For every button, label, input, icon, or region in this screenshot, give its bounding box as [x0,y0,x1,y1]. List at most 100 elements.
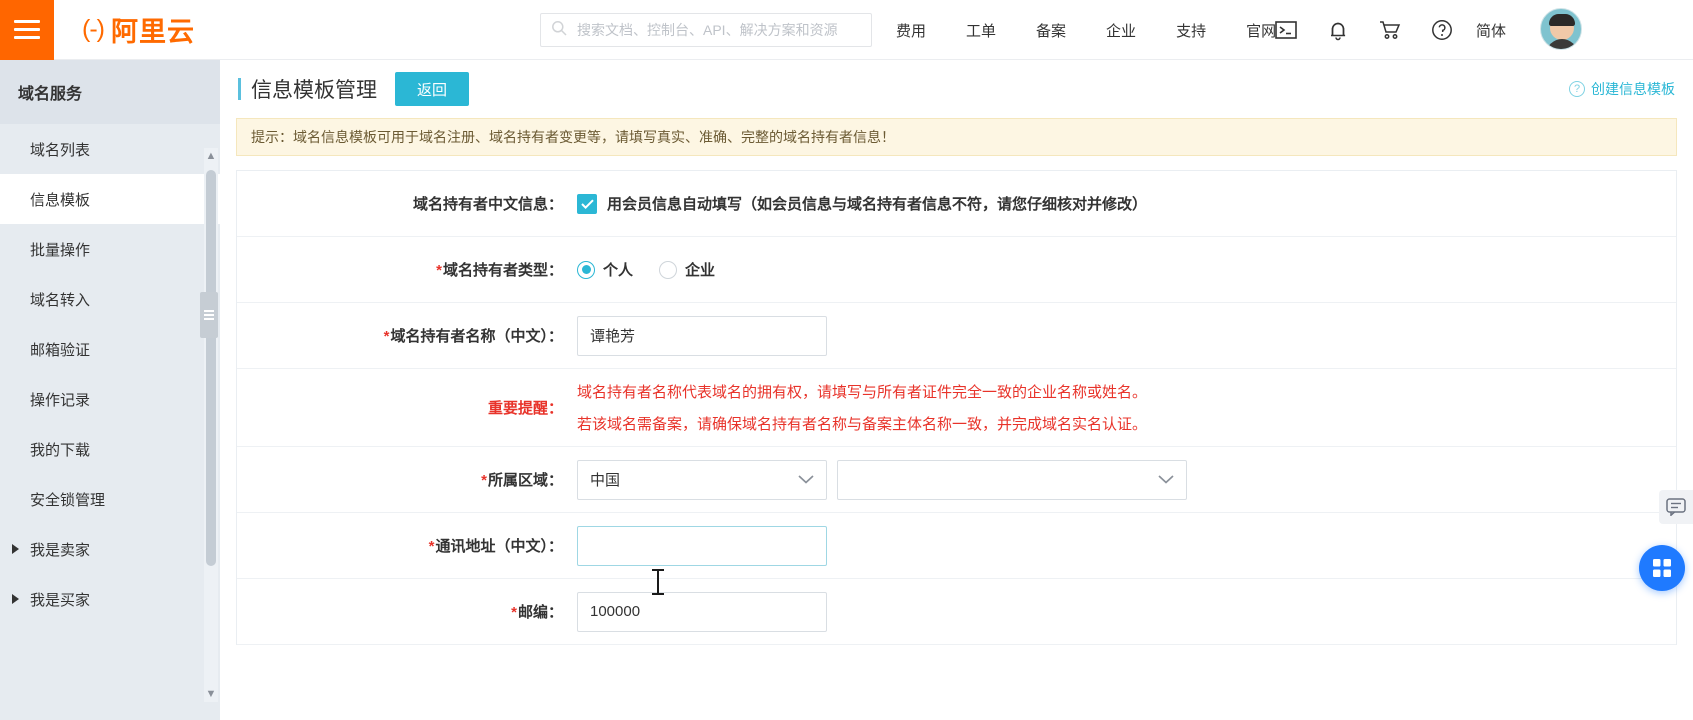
sidebar-item-email-verification[interactable]: 邮箱验证 [0,324,220,374]
back-button[interactable]: 返回 [395,72,469,106]
scroll-up-icon[interactable]: ▲ [204,148,218,164]
radio-individual-label[interactable]: 个人 [603,259,633,280]
holder-name-input[interactable] [577,316,827,356]
sidebar-item-i-am-buyer[interactable]: 我是买家 [0,574,220,624]
field-holder-info: 用会员信息自动填写（如会员信息与域名持有者信息不符，请您仔细核对并修改） [577,193,1666,214]
cart-icon[interactable] [1372,12,1408,48]
aliyun-logo-text: 阿里云 [111,10,195,49]
search-input[interactable] [575,21,861,39]
create-info-template-label: 创建信息模板 [1591,79,1675,99]
help-icon[interactable] [1424,12,1460,48]
label-holder-type: *域名持有者类型： [247,259,577,280]
language-selector[interactable]: 简体 [1476,0,1506,60]
sidebar-item-label: 批量操作 [30,239,90,260]
auto-fill-checkbox-label: 用会员信息自动填写（如会员信息与域名持有者信息不符，请您仔细核对并修改） [607,193,1147,214]
page-title-accent [238,78,241,100]
label-region-text: 所属区域： [488,472,563,489]
field-postcode [577,592,1666,632]
label-holder-type-text: 域名持有者类型： [443,262,563,279]
field-important-notice: 域名持有者名称代表域名的拥有权，请填写与所有者证件完全一致的企业名称或姓名。 若… [577,381,1666,434]
sidebar-title: 域名服务 [0,60,220,124]
nav-link-fees[interactable]: 费用 [896,20,926,41]
avatar-body [1546,39,1578,50]
important-notice-lines: 域名持有者名称代表域名的拥有权，请填写与所有者证件完全一致的企业名称或姓名。 若… [577,381,1147,434]
bell-icon[interactable] [1320,12,1356,48]
handle-bar [204,314,214,316]
nav-link-icp[interactable]: 备案 [1036,20,1066,41]
notice-banner: 提示：域名信息模板可用于域名注册、域名持有者变更等，请填写真实、准确、完整的域名… [236,118,1677,156]
form-row-holder-type: *域名持有者类型： 个人 企业 [237,237,1676,303]
required-marker: * [384,328,390,345]
notice-text: 提示：域名信息模板可用于域名注册、域名持有者变更等，请填写真实、准确、完整的域名… [251,127,895,147]
question-circle-icon: ? [1569,81,1585,97]
field-region: 中国 [577,460,1666,500]
global-search[interactable] [540,13,872,47]
form-row-region: *所属区域： 中国 [237,447,1676,513]
info-template-form: 域名持有者中文信息： 用会员信息自动填写（如会员信息与域名持有者信息不符，请您仔… [236,170,1677,645]
avatar-hair [1549,14,1575,26]
sidebar: 域名服务 域名列表 信息模板 批量操作 域名转入 邮箱验证 操作记录 我的下载 … [0,60,220,720]
scroll-down-icon[interactable]: ▼ [204,686,218,702]
chevron-right-icon [12,544,19,554]
holder-type-radio-group: 个人 企业 [577,259,741,280]
hamburger-bar [14,20,40,23]
nav-link-support[interactable]: 支持 [1176,20,1206,41]
sidebar-menu: 域名列表 信息模板 批量操作 域名转入 邮箱验证 操作记录 我的下载 安全锁管理… [0,124,220,720]
chat-bubble-icon[interactable] [1659,490,1693,524]
sidebar-item-label: 我的下载 [30,439,90,460]
search-icon [551,20,567,41]
aliyun-logo-mark: (-) [82,15,104,44]
sidebar-item-domain-list[interactable]: 域名列表 [0,124,220,174]
top-nav-links: 费用 工单 备案 企业 支持 官网 [896,0,1316,60]
avatar[interactable] [1540,8,1582,50]
sidebar-item-label: 操作记录 [30,389,90,410]
sidebar-item-i-am-seller[interactable]: 我是卖家 [0,524,220,574]
field-address [577,526,1666,566]
sidebar-scrollbar[interactable]: ▲ ▼ [204,148,218,702]
radio-dot [582,265,591,274]
aliyun-logo[interactable]: (-) 阿里云 [82,10,195,49]
sidebar-item-operation-log[interactable]: 操作记录 [0,374,220,424]
scrollbar-thumb[interactable] [206,170,216,566]
postcode-input[interactable] [577,592,827,632]
app-grid-icon[interactable] [1639,545,1685,591]
sidebar-item-my-downloads[interactable]: 我的下载 [0,424,220,474]
sidebar-item-label: 信息模板 [30,189,90,210]
label-holder-name: *域名持有者名称（中文）： [247,325,577,346]
create-info-template-link[interactable]: ? 创建信息模板 [1569,79,1675,99]
country-select-value: 中国 [590,469,620,490]
important-notice-line-2: 若该域名需备案，请确保域名持有者名称与备案主体名称一致，并完成域名实名认证。 [577,413,1147,434]
label-postcode-text: 邮编： [518,604,563,621]
radio-enterprise-label[interactable]: 企业 [685,259,715,280]
field-holder-type: 个人 企业 [577,259,1666,280]
radio-enterprise[interactable] [659,261,677,279]
hamburger-menu-icon[interactable] [0,0,54,60]
sidebar-item-label: 域名列表 [30,139,90,160]
form-row-address: *通讯地址（中文）： [237,513,1676,579]
sidebar-item-info-template[interactable]: 信息模板 [0,174,220,224]
top-nav-icons [1268,0,1476,60]
country-select[interactable]: 中国 [577,460,827,500]
sidebar-item-batch-operations[interactable]: 批量操作 [0,224,220,274]
address-input[interactable] [577,526,827,566]
chevron-right-icon [12,594,19,604]
radio-individual[interactable] [577,261,595,279]
required-marker: * [429,538,435,555]
form-row-holder-name: *域名持有者名称（中文）： [237,303,1676,369]
text-cursor-icon [657,569,659,595]
nav-link-tickets[interactable]: 工单 [966,20,996,41]
sidebar-collapse-handle[interactable] [200,292,218,338]
province-select[interactable] [837,460,1187,500]
sidebar-item-security-lock[interactable]: 安全锁管理 [0,474,220,524]
auto-fill-checkbox[interactable] [577,194,597,214]
sidebar-item-label: 安全锁管理 [30,489,105,510]
hamburger-bar [14,28,40,31]
handle-bar [204,318,214,320]
label-address-text: 通讯地址（中文）： [435,538,563,555]
label-holder-name-text: 域名持有者名称（中文）： [390,328,563,345]
label-postcode: *邮编： [247,601,577,622]
terminal-icon[interactable] [1268,12,1304,48]
field-holder-name [577,316,1666,356]
sidebar-item-domain-transfer-in[interactable]: 域名转入 [0,274,220,324]
nav-link-enterprise[interactable]: 企业 [1106,20,1136,41]
